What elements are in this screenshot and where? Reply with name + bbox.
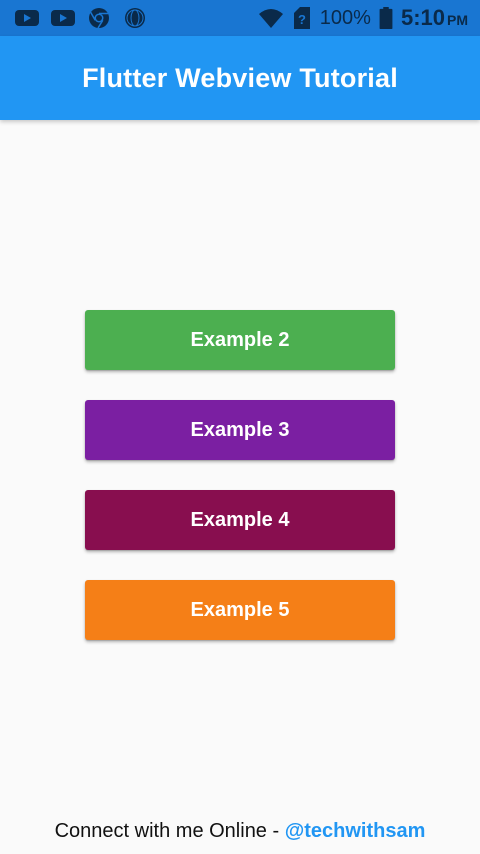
battery-percent: 100%	[319, 6, 371, 29]
wifi-icon	[258, 7, 284, 29]
clock-time: 5:10	[400, 5, 445, 30]
status-bar: ? 100% 5:10 PM	[0, 0, 480, 36]
social-handle-link[interactable]: @techwithsam	[285, 820, 426, 842]
example-2-button[interactable]: Example 2	[85, 310, 395, 370]
system-status: ? 100% 5:10 PM	[258, 5, 468, 31]
battery-icon	[379, 7, 393, 29]
footer: Connect with me Online - @techwithsam	[0, 820, 480, 843]
sim-unknown-icon: ?	[292, 7, 312, 29]
youtube-icon	[14, 7, 40, 29]
notification-icons	[14, 6, 148, 30]
app-bar: Flutter Webview Tutorial	[0, 36, 480, 120]
example-4-button[interactable]: Example 4	[85, 490, 395, 550]
footer-text: Connect with me Online -	[54, 820, 285, 842]
clock-suffix: PM	[447, 12, 468, 28]
page-title: Flutter Webview Tutorial	[82, 62, 398, 93]
example-5-button[interactable]: Example 5	[85, 580, 395, 640]
chrome-icon	[86, 7, 112, 29]
youtube-icon	[50, 7, 76, 29]
svg-text:?: ?	[298, 12, 306, 27]
globe-icon	[122, 7, 148, 29]
clock: 5:10 PM	[401, 5, 468, 31]
example-3-button[interactable]: Example 3	[85, 400, 395, 460]
